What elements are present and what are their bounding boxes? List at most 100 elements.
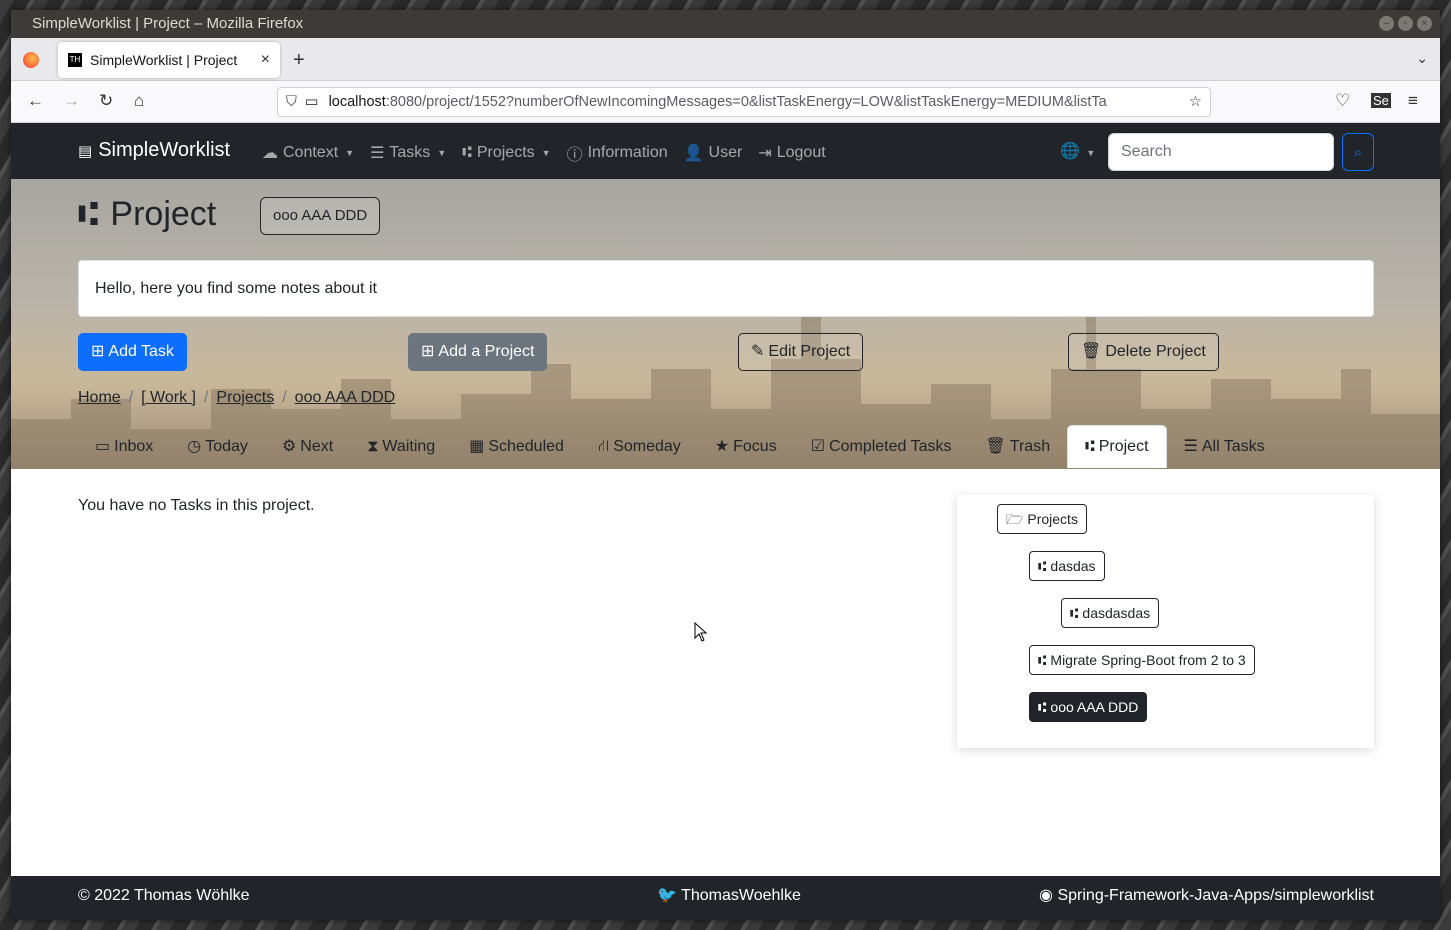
footer-github-link[interactable]: ◉ Spring-Framework-Java-Apps/simpleworkl… xyxy=(1039,876,1374,916)
calendar-icon: ▦ xyxy=(469,437,485,455)
tab-today-label: Today xyxy=(205,437,248,455)
mouse-cursor-icon xyxy=(694,622,708,642)
close-icon[interactable]: × xyxy=(1417,16,1432,31)
tab-all-tasks[interactable]: ☰ All Tasks xyxy=(1167,425,1282,468)
project-diagram-icon: ⑆ xyxy=(462,144,472,161)
breadcrumb-separator: / xyxy=(203,389,209,406)
breadcrumb-context[interactable]: [ Work ] xyxy=(141,389,196,407)
pocket-icon[interactable]: ♡ xyxy=(1335,91,1350,111)
nav-logout[interactable]: ⇥ Logout xyxy=(758,141,825,165)
tab-waiting-label: Waiting xyxy=(382,437,436,455)
tree-root-projects[interactable]: 🗁 Projects xyxy=(997,504,1087,534)
tab-next[interactable]: ⚙ Next xyxy=(265,425,350,468)
tree-node-label: dasdas xyxy=(1050,558,1096,574)
extension-icon[interactable]: Se xyxy=(1371,93,1391,108)
tab-waiting[interactable]: ⧗ Waiting xyxy=(350,425,452,468)
edit-project-button[interactable]: ✎ Edit Project xyxy=(738,333,864,371)
project-name-badge: ooo AAA DDD xyxy=(260,197,381,235)
tab-focus-label: Focus xyxy=(733,437,777,455)
clock-icon: ◷ xyxy=(187,437,202,455)
search-input[interactable] xyxy=(1108,133,1334,171)
tree-node-current[interactable]: ⑆ ooo AAA DDD xyxy=(1029,692,1148,722)
url-host: localhost xyxy=(328,94,386,110)
plus-square-icon: ⊞ xyxy=(421,343,435,360)
shield-icon[interactable]: ⛉ xyxy=(286,94,297,110)
database-icon: ☰ xyxy=(1183,437,1198,455)
delete-project-button[interactable]: 🗑 Delete Project xyxy=(1068,333,1219,371)
maximize-icon[interactable]: ▫ xyxy=(1398,16,1413,31)
tab-trash[interactable]: 🗑 Trash xyxy=(968,425,1067,468)
bookmark-star-icon[interactable]: ☆ xyxy=(1185,94,1202,110)
forward-icon[interactable]: → xyxy=(63,91,80,111)
tab-project[interactable]: ⑆ Project xyxy=(1067,425,1167,468)
tab-someday[interactable]: ⛙ Someday xyxy=(581,425,698,468)
tab-focus[interactable]: ★ Focus xyxy=(698,425,794,468)
star-icon: ★ xyxy=(714,437,730,455)
list-icon: ▤ xyxy=(78,142,93,160)
tab-completed-tasks[interactable]: ☑ Completed Tasks xyxy=(794,425,969,468)
nav-information[interactable]: ⓘ Information xyxy=(567,141,668,165)
reload-icon[interactable]: ↻ xyxy=(99,91,113,111)
page-info-icon[interactable]: ▭ xyxy=(305,94,319,110)
browser-tab[interactable]: TH SimpleWorklist | Project × xyxy=(58,42,280,78)
project-tree: 🗁 Projects ⑆ dasdas ⑆ dasdasdas ⑆ Migrate Sp… xyxy=(957,495,1374,748)
tree-node-migrate[interactable]: ⑆ Migrate Spring-Boot from 2 to 3 xyxy=(1029,645,1255,675)
nav-user[interactable]: 👤 User xyxy=(684,141,743,165)
search-icon: ⌕ xyxy=(1353,143,1363,161)
app-navbar: ▤ SimpleWorklist ☁ Context ▼ ☰ Tasks ▼ ⑆ Proj… xyxy=(11,123,1440,179)
database-icon: ☰ xyxy=(370,145,385,162)
globe-icon: 🌐 xyxy=(1060,143,1080,160)
tree-node-label: ooo AAA DDD xyxy=(1050,699,1139,715)
nav-projects[interactable]: ⑆ Projects ▼ xyxy=(462,141,550,165)
nav-context[interactable]: ☁ Context ▼ xyxy=(262,141,354,165)
breadcrumb-home[interactable]: Home xyxy=(78,389,121,407)
url-path: :8080/project/1552?numberOfNewIncomingMe… xyxy=(385,94,1107,110)
github-icon: ◉ xyxy=(1039,887,1054,904)
minimize-icon[interactable]: – xyxy=(1379,16,1394,31)
tab-someday-label: Someday xyxy=(613,437,681,455)
tab-list-chevron-icon[interactable]: ⌄ xyxy=(1416,50,1428,67)
tab-today[interactable]: ◷ Today xyxy=(170,425,265,468)
url-bar[interactable]: ⛉ ▭ localhost :8080/project/1552?numberO… xyxy=(277,87,1211,117)
inbox-icon: ▭ xyxy=(95,437,111,455)
footer-github-label: Spring-Framework-Java-Apps/simpleworklis… xyxy=(1057,887,1374,904)
language-dropdown[interactable]: 🌐 ▼ xyxy=(1060,141,1095,161)
tree-node-dasdas[interactable]: ⑆ dasdas xyxy=(1029,551,1105,581)
breadcrumb-separator: / xyxy=(128,389,134,406)
tab-scheduled-label: Scheduled xyxy=(488,437,564,455)
tab-inbox[interactable]: ▭ Inbox xyxy=(78,425,170,468)
nav-tasks[interactable]: ☰ Tasks ▼ xyxy=(370,141,446,165)
info-icon: ⓘ xyxy=(566,147,583,164)
cloud-icon: ☁ xyxy=(262,145,278,162)
road-icon: ⛙ xyxy=(597,437,610,455)
favicon-icon: TH xyxy=(68,53,82,67)
add-task-button[interactable]: ⊞ Add Task xyxy=(78,333,187,371)
plus-square-icon: ⊞ xyxy=(91,343,105,360)
tree-node-dasdasdas[interactable]: ⑆ dasdasdas xyxy=(1061,598,1160,628)
breadcrumb-current-project[interactable]: ooo AAA DDD xyxy=(295,389,396,407)
nav-information-label: Information xyxy=(587,144,668,161)
search-button[interactable]: ⌕ xyxy=(1342,133,1374,171)
footer-copyright: © 2022 Thomas Wöhlke xyxy=(78,887,250,904)
menu-icon[interactable]: ≡ xyxy=(1408,91,1418,111)
caret-down-icon: ▼ xyxy=(345,148,355,158)
tab-scheduled[interactable]: ▦ Scheduled xyxy=(452,425,581,468)
footer-twitter-link[interactable]: 🐦 ThomasWoehlke xyxy=(657,876,801,916)
back-icon[interactable]: ← xyxy=(27,91,44,111)
home-icon[interactable]: ⌂ xyxy=(134,91,144,111)
breadcrumb-projects[interactable]: Projects xyxy=(216,389,274,407)
browser-window: SimpleWorklist | Project – Mozilla Firef… xyxy=(11,10,1440,920)
tab-trash-label: Trash xyxy=(1009,437,1051,455)
trash-icon: 🗑 xyxy=(985,437,1006,455)
empty-tasks-message: You have no Tasks in this project. xyxy=(78,497,315,514)
brand-link[interactable]: ▤ SimpleWorklist xyxy=(78,139,230,162)
new-tab-icon[interactable]: + xyxy=(293,49,305,72)
brand-name: SimpleWorklist xyxy=(98,139,231,161)
browser-tab-strip: TH SimpleWorklist | Project × + ⌄ xyxy=(11,38,1440,81)
add-project-button[interactable]: ⊞ Add a Project xyxy=(408,333,548,371)
tree-node-label: dasdasdas xyxy=(1082,605,1151,621)
caret-down-icon: ▼ xyxy=(1086,148,1096,158)
breadcrumb-separator: / xyxy=(282,389,287,406)
tab-close-icon[interactable]: × xyxy=(261,51,270,69)
tab-inbox-label: Inbox xyxy=(114,437,154,455)
